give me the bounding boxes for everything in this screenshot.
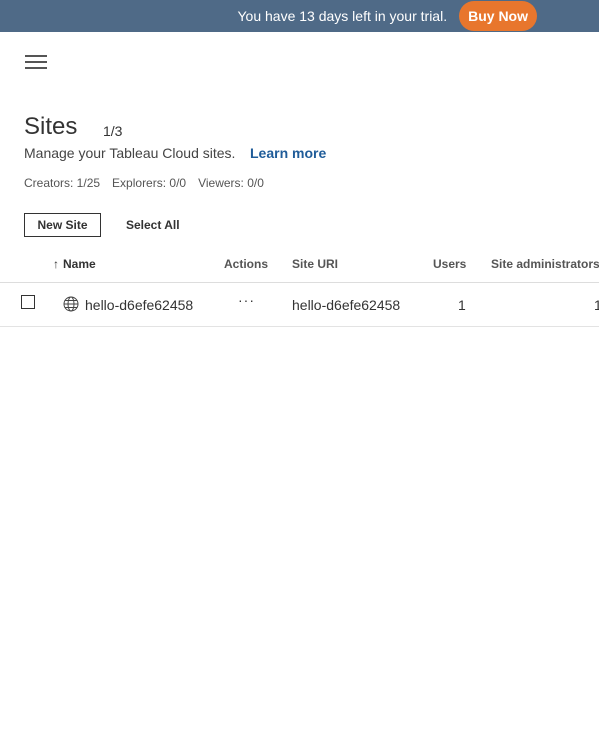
column-header-site-admins[interactable]: Site administrators — [491, 257, 599, 271]
select-all-button[interactable]: Select All — [126, 218, 180, 232]
column-header-site-uri[interactable]: Site URI — [292, 257, 338, 271]
site-uri-cell: hello-d6efe62458 — [292, 297, 401, 313]
viewers-count: Viewers: 0/0 — [198, 176, 264, 190]
hamburger-line — [25, 55, 47, 57]
sort-ascending-icon: ↑ — [53, 257, 59, 271]
buy-now-button[interactable]: Buy Now — [459, 1, 537, 31]
page-title: Sites — [24, 113, 78, 140]
table-row: hello-d6efe62458 ··· hello-d6efe62458 1 … — [0, 283, 599, 327]
globe-icon — [63, 296, 79, 312]
column-header-actions: Actions — [224, 257, 269, 271]
explorers-count: Explorers: 0/0 — [112, 176, 187, 190]
site-name-link[interactable]: hello-d6efe62458 — [85, 297, 193, 313]
row-checkbox[interactable] — [21, 295, 35, 309]
hamburger-line — [25, 61, 47, 63]
trial-message: You have 13 days left in your trial. — [237, 8, 448, 24]
creators-count: Creators: 1/25 — [24, 176, 101, 190]
column-header-name[interactable]: ↑ Name — [53, 257, 96, 271]
trial-banner: You have 13 days left in your trial. Buy… — [0, 0, 599, 32]
new-site-button[interactable]: New Site — [24, 213, 101, 237]
license-stats: Creators: 1/25 Explorers: 0/0 Viewers: 0… — [24, 176, 276, 190]
users-cell: 1 — [458, 297, 466, 313]
more-actions-icon[interactable]: ··· — [238, 292, 255, 308]
table-header: ↑ Name Actions Site URI Users Site admini… — [0, 246, 599, 283]
column-header-name-label: Name — [63, 257, 96, 271]
hamburger-icon[interactable] — [25, 54, 47, 70]
hamburger-line — [25, 67, 47, 69]
column-header-users[interactable]: Users — [433, 257, 466, 271]
page-subtitle: Manage your Tableau Cloud sites. — [24, 145, 236, 161]
learn-more-link[interactable]: Learn more — [250, 145, 326, 161]
site-count: 1/3 — [103, 123, 123, 139]
site-admins-cell: 1 — [594, 297, 599, 313]
sites-page: You have 13 days left in your trial. Buy… — [0, 0, 599, 734]
